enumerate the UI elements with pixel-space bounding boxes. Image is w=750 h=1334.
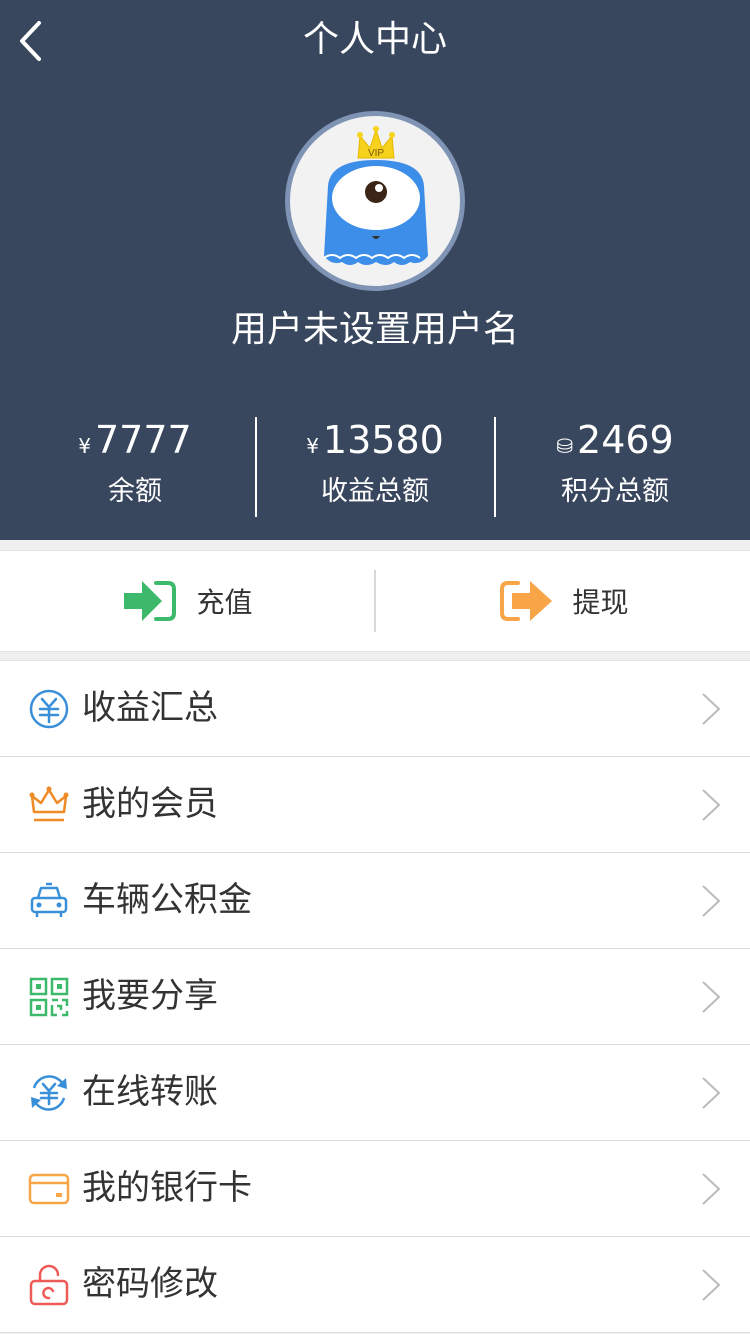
menu-item-label: 我要分享 (82, 976, 218, 1016)
withdraw-label: 提现 (572, 586, 629, 619)
recharge-button[interactable]: 充值 (0, 551, 375, 651)
yen-icon: ¥ (306, 434, 319, 458)
chevron-right-icon (702, 789, 721, 821)
withdraw-button[interactable]: 提现 (376, 551, 750, 651)
stat-total-points[interactable]: ⛁ 2469 积分总额 (495, 416, 735, 512)
chevron-right-icon (702, 1077, 721, 1109)
chevron-right-icon (702, 693, 721, 725)
stat-balance[interactable]: ¥7777 余额 (15, 416, 255, 512)
transfer-icon (31, 1075, 67, 1111)
yen-icon: ¥ (78, 434, 91, 458)
crown-icon (29, 786, 69, 822)
withdraw-arrow-icon (500, 581, 553, 621)
chevron-right-icon (702, 1173, 721, 1205)
recharge-arrow-icon (124, 581, 177, 621)
coins-icon: ⛁ (556, 434, 574, 458)
username: 用户未设置用户名 (230, 309, 519, 350)
menu-item-label: 车辆公积金 (82, 880, 252, 920)
stat-value: 7777 (95, 418, 192, 462)
action-bar: 充值 提现 (0, 550, 750, 652)
stat-value: 13580 (322, 418, 444, 462)
bank-card-icon (28, 1173, 70, 1205)
chevron-right-icon (702, 981, 721, 1013)
car-icon (30, 882, 68, 917)
menu-item-label: 在线转账 (82, 1072, 218, 1112)
menu-item-label: 我的银行卡 (82, 1168, 252, 1208)
profile-header: 个人中心 VIP 用户未设置用户名 ¥7777 余额 ¥13580 收益总额 ⛁… (0, 0, 750, 540)
menu-item-my-membership[interactable]: 我的会员 (0, 757, 750, 853)
chevron-right-icon (702, 1269, 721, 1301)
monster-avatar-icon: VIP (323, 126, 428, 265)
menu-item-vehicle-fund[interactable]: 车辆公积金 (0, 853, 750, 949)
page-title: 个人中心 (302, 19, 447, 60)
menu-item-online-transfer[interactable]: 在线转账 (0, 1045, 750, 1141)
menu-item-income-summary[interactable]: 收益汇总 (0, 661, 750, 757)
chevron-right-icon (702, 885, 721, 917)
recharge-label: 充值 (196, 586, 253, 619)
menu-item-bank-card[interactable]: 我的银行卡 (0, 1141, 750, 1237)
vip-badge: VIP (368, 148, 384, 159)
menu-list: 收益汇总 我的会员 车辆公积金 我要分享 在线转账 我的银行卡 密码修改 (0, 660, 750, 1333)
yuan-circle-icon (29, 689, 69, 729)
stat-total-income[interactable]: ¥13580 收益总额 (255, 416, 495, 512)
stat-label: 收益总额 (321, 476, 429, 507)
stat-value: 2469 (577, 418, 674, 462)
menu-item-change-password[interactable]: 密码修改 (0, 1237, 750, 1333)
qr-code-icon (29, 977, 69, 1017)
avatar[interactable]: VIP (285, 111, 465, 291)
menu-item-share[interactable]: 我要分享 (0, 949, 750, 1045)
stat-label: 积分总额 (561, 476, 669, 507)
lock-icon (29, 1264, 69, 1306)
menu-item-label: 收益汇总 (82, 688, 218, 728)
menu-item-label: 密码修改 (82, 1264, 218, 1304)
stat-label: 余额 (108, 476, 162, 507)
menu-item-label: 我的会员 (82, 784, 218, 824)
